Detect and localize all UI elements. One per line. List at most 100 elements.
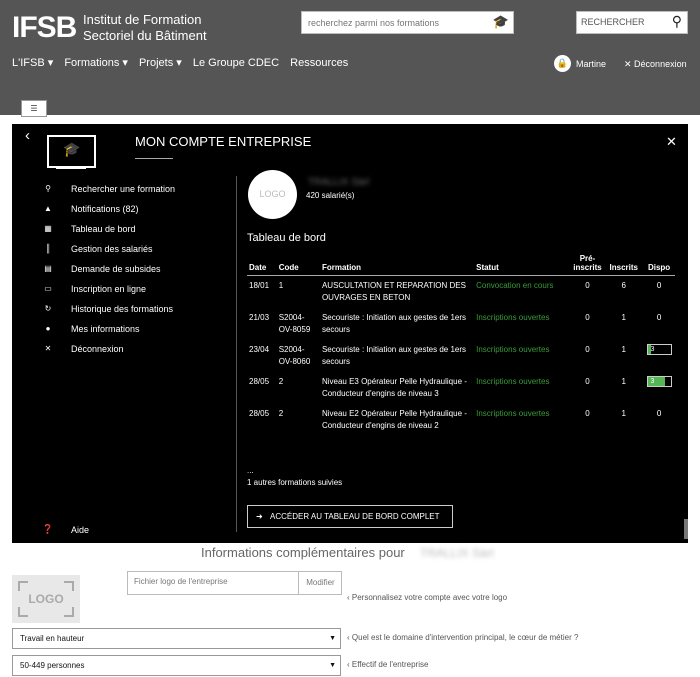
cell-dispo: 3: [643, 340, 675, 372]
full-dashboard-button[interactable]: ➜ ACCÉDER AU TABLEAU DE BORD COMPLET: [247, 505, 453, 528]
org-line2: Sectoriel du Bâtiment: [83, 28, 207, 43]
table-header: Date Code Formation Statut Pré-inscrits …: [247, 254, 675, 276]
cell-dispo: 0: [656, 313, 662, 322]
cell-formation: Niveau E3 Opérateur Pelle Hydraulique - …: [321, 377, 467, 398]
cell-formation: Secouriste : Initiation aux gestes de 1e…: [321, 345, 467, 366]
dispo-bar: 3: [646, 344, 672, 356]
table-row[interactable]: 18/01 1 AUSCULTATION ET REPARATION DES OUV…: [247, 276, 675, 309]
corner-tr: [64, 581, 74, 591]
chevron-down-icon: ▼: [329, 635, 336, 642]
arrow-right-icon: ➜: [256, 512, 263, 521]
cell-statut: Convocation en cours: [476, 281, 554, 290]
col-code: Code: [276, 254, 320, 276]
panel-title: MON COMPTE ENTREPRISE: [135, 134, 312, 149]
logout-label: Déconnexion: [634, 59, 687, 69]
side-menu-label: Rechercher une formation: [71, 184, 176, 194]
logo-text: IFSB: [12, 11, 77, 44]
cell-inscrits: 6: [621, 281, 626, 290]
nav-projets[interactable]: Projets ▾: [139, 57, 182, 69]
graduation-cap-icon[interactable]: 🎓: [493, 14, 509, 30]
cell-inscrits: 1: [621, 345, 626, 354]
dashboard-title: Tableau de bord: [247, 232, 326, 244]
rechercher-box[interactable]: RECHERCHER ⚲: [576, 11, 688, 34]
size-select[interactable]: 50-449 personnes ▼: [12, 655, 341, 676]
history-icon: ↻: [44, 304, 52, 313]
account-menu-icon[interactable]: ☰: [21, 100, 47, 117]
main-nav: L'IFSB ▾ Formations ▾ Projets ▾ Le Group…: [12, 56, 356, 69]
lock-icon[interactable]: 🔒: [554, 55, 571, 72]
col-pre-inscrits: Pré-inscrits: [570, 254, 605, 276]
nav-ressources[interactable]: Ressources: [290, 57, 348, 69]
cell-formation: Niveau E2 Opérateur Pelle Hydraulique - …: [321, 409, 467, 430]
cell-statut: Inscriptions ouvertes: [476, 409, 550, 418]
side-menu-label: Déconnexion: [71, 344, 124, 354]
monitor-icon: 🎓: [47, 135, 96, 168]
calendar-icon: ▤: [44, 264, 52, 273]
cell-date: 18/01: [249, 281, 270, 290]
scrollbar[interactable]: [684, 519, 688, 539]
file-placeholder: Fichier logo de l'entreprise: [134, 577, 228, 586]
top-header: IFSB Institut de Formation Sectoriel du …: [0, 0, 700, 117]
nav-ifsb[interactable]: L'IFSB ▾: [12, 57, 53, 69]
cell-date: 21/03: [249, 313, 270, 322]
size-value: 50-449 personnes: [20, 661, 85, 670]
table-row[interactable]: 28/05 2 Niveau E3 Opérateur Pelle Hydrauli…: [247, 372, 675, 404]
corner-bl: [18, 607, 28, 617]
cell-pre-inscrits: 0: [585, 409, 590, 418]
account-panel: ‹ 🎓 MON COMPTE ENTREPRISE ✕ ⚲ Rechercher …: [12, 124, 688, 543]
hint-size-text: Effectif de l'entreprise: [351, 660, 429, 669]
formation-search: 🎓: [301, 11, 514, 34]
dispo-bar: 3: [646, 376, 672, 388]
company-name: TRALLIX Sàrl: [308, 177, 370, 188]
ellipsis: ...: [247, 466, 254, 475]
user-name[interactable]: Martine: [576, 59, 606, 69]
info-title: Informations complémentaires pour: [201, 545, 405, 560]
chevron-left-icon[interactable]: ‹: [25, 127, 30, 144]
employee-count: 420 salarié(s): [306, 191, 355, 200]
domain-select[interactable]: Travail en hauteur ▼: [12, 628, 341, 649]
close-icon[interactable]: ✕: [666, 134, 677, 150]
table-row[interactable]: 28/05 2 Niveau E2 Opérateur Pelle Hydrauli…: [247, 404, 675, 436]
dispo-number: 3: [650, 346, 655, 354]
side-menu-label: Notifications (82): [71, 204, 139, 214]
side-menu-label: Historique des formations: [71, 304, 174, 314]
search-icon[interactable]: ⚲: [672, 13, 682, 30]
side-menu-label: Tableau de bord: [71, 224, 136, 234]
col-inscrits: Inscrits: [604, 254, 644, 276]
table-row[interactable]: 21/03 S2004-OV-8059 Secouriste : Initiatio…: [247, 308, 675, 340]
chevron-down-icon: ▼: [329, 662, 336, 669]
cell-code: 2: [278, 409, 284, 418]
cell-dispo: 0: [656, 409, 662, 418]
cell-pre-inscrits: 0: [585, 281, 590, 290]
aide-link[interactable]: Aide: [71, 525, 89, 535]
hint-size: ‹ Effectif de l'entreprise: [347, 660, 429, 669]
hint-logo-text: Personnalisez votre compte avec votre lo…: [351, 593, 508, 602]
ifsb-logo[interactable]: IFSB: [12, 11, 77, 44]
logo-file-field[interactable]: Fichier logo de l'entreprise Modifier: [127, 571, 342, 595]
modifier-button[interactable]: Modifier: [298, 572, 342, 594]
company-logo: LOGO: [248, 170, 297, 219]
cell-code: S2004-OV-8060: [278, 345, 311, 366]
corner-br: [64, 607, 74, 617]
hint-domain: ‹ Quel est le domaine d'intervention pri…: [347, 633, 579, 642]
info-company-name: TRALLIX Sàrl: [420, 546, 494, 560]
nav-formations[interactable]: Formations ▾: [64, 57, 128, 69]
logout-link[interactable]: ✕ Déconnexion: [624, 59, 687, 70]
table-row[interactable]: 23/04 S2004-OV-8060 Secouriste : Initiatio…: [247, 340, 675, 372]
cell-statut: Inscriptions ouvertes: [476, 377, 550, 386]
side-menu-label: Inscription en ligne: [71, 284, 147, 294]
nav-groupe-cdec[interactable]: Le Groupe CDEC: [193, 57, 279, 69]
laptop-icon: ▭: [44, 284, 52, 293]
cell-date: 28/05: [249, 409, 270, 418]
graduation-cap-icon: 🎓: [63, 141, 81, 157]
cell-formation: Secouriste : Initiation aux gestes de 1e…: [321, 313, 467, 334]
cell-statut: Inscriptions ouvertes: [476, 345, 550, 354]
col-statut: Statut: [474, 254, 571, 276]
help-icon[interactable]: ❓: [42, 524, 53, 535]
search-input[interactable]: [302, 12, 494, 33]
rechercher-label: RECHERCHER: [581, 17, 645, 27]
cell-date: 28/05: [249, 377, 270, 386]
cell-pre-inscrits: 0: [585, 377, 590, 386]
title-underline: [135, 158, 173, 159]
cell-inscrits: 1: [621, 313, 626, 322]
